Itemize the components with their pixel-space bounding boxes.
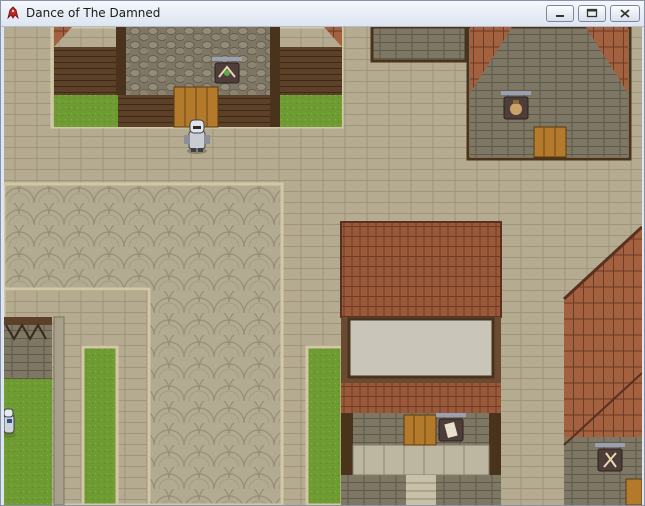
armor-shop-building <box>340 221 502 505</box>
shop-door <box>625 478 642 505</box>
item-shop-building <box>466 27 632 161</box>
game-viewport[interactable] <box>4 27 642 505</box>
close-button[interactable] <box>610 5 640 22</box>
game-window: Dance of The Damned <box>0 0 645 506</box>
grass-strip <box>4 379 52 505</box>
minimize-icon <box>556 15 564 17</box>
shop-door <box>533 126 567 158</box>
grass-strip <box>83 347 117 505</box>
potion-shop-sign <box>212 57 242 84</box>
minimize-button[interactable] <box>546 5 574 22</box>
wall-segment <box>370 27 468 63</box>
close-icon <box>620 9 630 18</box>
town-map <box>4 27 642 505</box>
left-building-wall <box>4 317 52 379</box>
maximize-button[interactable] <box>578 5 606 22</box>
potion-shop-building <box>50 27 344 129</box>
maximize-icon <box>586 8 598 18</box>
shop-door <box>403 414 437 446</box>
app-icon <box>7 6 19 20</box>
shop-window <box>347 317 495 379</box>
stone-stairs <box>406 475 436 505</box>
title-bar[interactable]: Dance of The Damned <box>1 1 644 27</box>
grass-strip <box>307 347 342 505</box>
window-title: Dance of The Damned <box>26 6 161 20</box>
